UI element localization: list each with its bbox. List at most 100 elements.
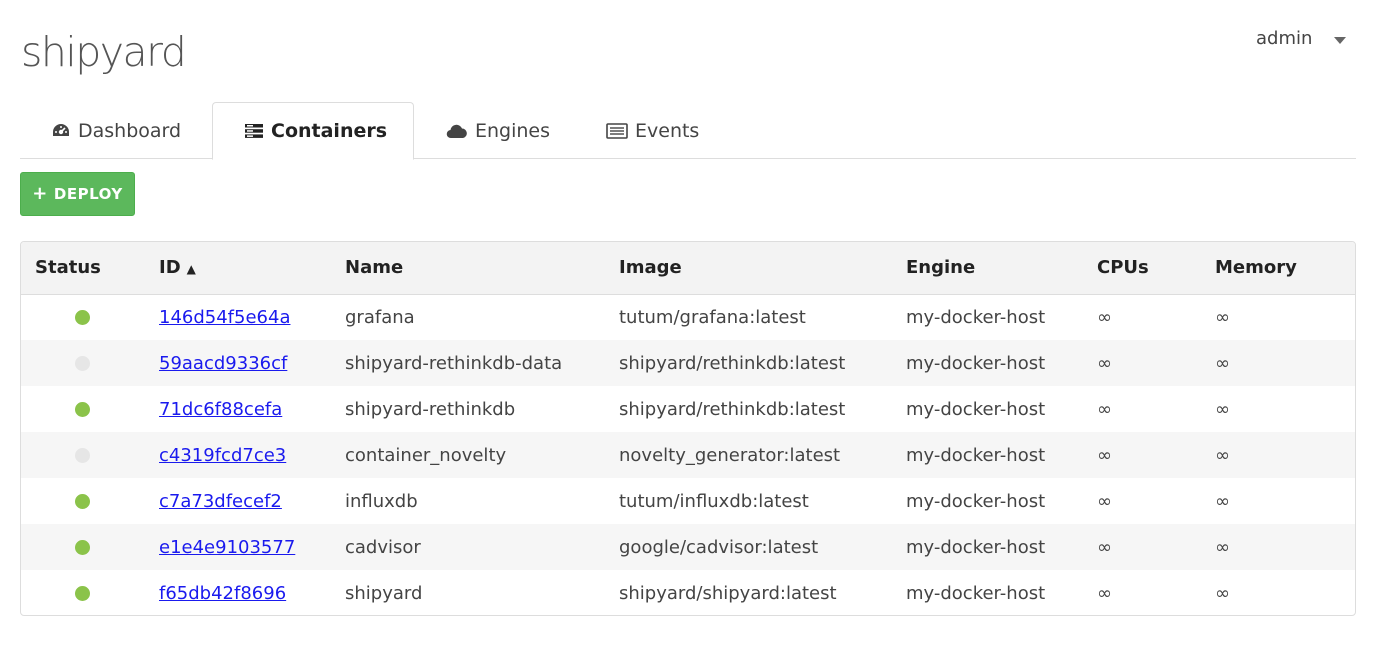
table-header-row: Status ID ▲ Name Image Engine CPUs Memory <box>21 242 1355 295</box>
tab-events[interactable]: Events <box>606 102 699 159</box>
header-engine[interactable]: Engine <box>892 242 1083 295</box>
name-cell: grafana <box>345 306 415 328</box>
engine-cell: my-docker-host <box>906 536 1046 558</box>
image-cell: google/cadvisor:latest <box>619 536 819 558</box>
name-cell: container_novelty <box>345 444 507 466</box>
status-cell <box>21 340 145 386</box>
image-cell: shipyard/rethinkdb:latest <box>619 352 846 374</box>
memory-cell: ∞ <box>1215 352 1230 374</box>
container-id-link[interactable]: c7a73dfecef2 <box>159 491 282 512</box>
engine-cell: my-docker-host <box>906 306 1046 328</box>
header-status[interactable]: Status <box>21 242 145 295</box>
name-cell: shipyard <box>345 582 423 604</box>
header-image[interactable]: Image <box>605 242 892 295</box>
engine-cell: my-docker-host <box>906 490 1046 512</box>
status-dot-icon <box>75 586 90 601</box>
id-cell: c4319fcd7ce3 <box>145 432 331 478</box>
tab-events-label: Events <box>635 119 700 142</box>
status-cell <box>21 478 145 524</box>
engine-cell: my-docker-host <box>906 352 1046 374</box>
container-id-link[interactable]: e1e4e9103577 <box>159 537 295 558</box>
list-icon <box>606 122 628 139</box>
cpus-cell: ∞ <box>1097 398 1112 420</box>
containers-table: Status ID ▲ Name Image Engine CPUs Memory… <box>20 241 1356 616</box>
deploy-label: DEPLOY <box>53 185 123 203</box>
container-id-link[interactable]: 71dc6f88cefa <box>159 399 282 420</box>
tab-engines[interactable]: Engines <box>446 102 550 159</box>
name-cell: influxdb <box>345 490 418 512</box>
status-dot-icon <box>75 402 90 417</box>
image-cell: tutum/grafana:latest <box>619 306 806 328</box>
status-dot-icon <box>75 494 90 509</box>
caret-down-icon <box>1334 36 1347 44</box>
cpus-cell: ∞ <box>1097 582 1112 604</box>
table-row[interactable]: f65db42f8696 shipyard shipyard/shipyard:la… <box>21 570 1355 615</box>
tab-containers-label: Containers <box>271 120 388 142</box>
id-cell: c7a73dfecef2 <box>145 478 331 524</box>
user-name: admin <box>1256 28 1313 49</box>
image-cell: shipyard/rethinkdb:latest <box>619 398 846 420</box>
tab-engines-label: Engines <box>475 119 551 142</box>
status-cell <box>21 386 145 432</box>
cpus-cell: ∞ <box>1097 490 1112 512</box>
status-dot-icon <box>75 356 90 371</box>
header-cpus[interactable]: CPUs <box>1083 242 1201 295</box>
id-cell: 71dc6f88cefa <box>145 386 331 432</box>
nav-tabs: Dashboard Containers Engines Events <box>20 102 1356 160</box>
header-id-label: ID <box>159 257 181 279</box>
memory-cell: ∞ <box>1215 398 1230 420</box>
memory-cell: ∞ <box>1215 536 1230 558</box>
app-logo[interactable]: shipyard <box>21 26 187 78</box>
cpus-cell: ∞ <box>1097 306 1112 328</box>
dashboard-icon <box>51 122 71 140</box>
memory-cell: ∞ <box>1215 582 1230 604</box>
header-name[interactable]: Name <box>331 242 605 295</box>
engine-cell: my-docker-host <box>906 444 1046 466</box>
name-cell: shipyard-rethinkdb <box>345 398 516 420</box>
image-cell: tutum/influxdb:latest <box>619 490 809 512</box>
cpus-cell: ∞ <box>1097 536 1112 558</box>
table-row[interactable]: c4319fcd7ce3 container_novelty novelty_gen… <box>21 432 1355 478</box>
containers-icon <box>244 122 264 140</box>
id-cell: 146d54f5e64a <box>145 294 331 340</box>
image-cell: novelty_generator:latest <box>619 444 841 466</box>
table-row[interactable]: 59aacd9336cf shipyard-rethinkdb-data shipy… <box>21 340 1355 386</box>
table-row[interactable]: c7a73dfecef2 influxdb tutum/influxdb:lates… <box>21 478 1355 524</box>
name-cell: shipyard-rethinkdb-data <box>345 352 563 374</box>
status-dot-icon <box>75 310 90 326</box>
engine-cell: my-docker-host <box>906 582 1046 604</box>
id-cell: f65db42f8696 <box>145 570 331 615</box>
id-cell: 59aacd9336cf <box>145 340 331 386</box>
table-row[interactable]: 71dc6f88cefa shipyard-rethinkdb shipyard/r… <box>21 386 1355 432</box>
plus-icon: + <box>32 183 48 204</box>
memory-cell: ∞ <box>1215 444 1230 466</box>
table-row[interactable]: 146d54f5e64a grafana tutum/grafana:latest m… <box>21 294 1355 340</box>
status-cell <box>21 432 145 478</box>
tab-dashboard[interactable]: Dashboard <box>51 102 181 159</box>
container-id-link[interactable]: c4319fcd7ce3 <box>159 445 286 466</box>
status-cell <box>21 524 145 570</box>
memory-cell: ∞ <box>1215 490 1230 512</box>
name-cell: cadvisor <box>345 536 421 558</box>
sort-asc-icon: ▲ <box>186 262 196 277</box>
container-id-link[interactable]: f65db42f8696 <box>159 583 286 604</box>
table-row[interactable]: e1e4e9103577 cadvisor google/cadvisor:late… <box>21 524 1355 570</box>
container-id-link[interactable]: 146d54f5e64a <box>159 307 290 328</box>
tab-dashboard-label: Dashboard <box>78 119 182 142</box>
cpus-cell: ∞ <box>1097 352 1112 374</box>
status-dot-icon <box>75 540 90 555</box>
status-cell <box>21 294 145 340</box>
memory-cell: ∞ <box>1215 306 1230 328</box>
user-menu[interactable]: admin <box>1256 28 1347 50</box>
status-cell <box>21 570 145 615</box>
image-cell: shipyard/shipyard:latest <box>619 582 837 604</box>
status-dot-icon <box>75 448 90 463</box>
tab-containers[interactable]: Containers <box>212 102 414 160</box>
engine-cell: my-docker-host <box>906 398 1046 420</box>
header-memory[interactable]: Memory <box>1201 242 1355 295</box>
id-cell: e1e4e9103577 <box>145 524 331 570</box>
cloud-icon <box>446 123 468 139</box>
deploy-button[interactable]: + DEPLOY <box>20 172 135 216</box>
header-id[interactable]: ID ▲ <box>145 242 331 295</box>
container-id-link[interactable]: 59aacd9336cf <box>159 353 287 374</box>
